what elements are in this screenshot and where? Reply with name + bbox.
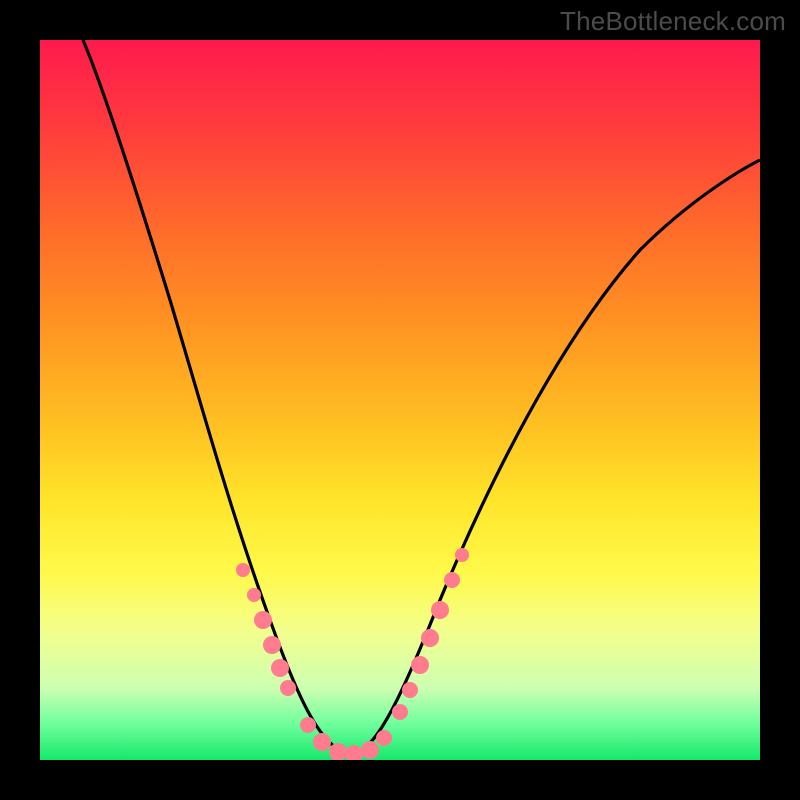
- optimal-range-highlight: [236, 548, 469, 760]
- curve-layer: [40, 40, 760, 760]
- bottleneck-curve: [83, 40, 760, 754]
- chart-stage: TheBottleneck.com: [0, 0, 800, 800]
- watermark-text: TheBottleneck.com: [560, 6, 786, 37]
- plot-area: [40, 40, 760, 760]
